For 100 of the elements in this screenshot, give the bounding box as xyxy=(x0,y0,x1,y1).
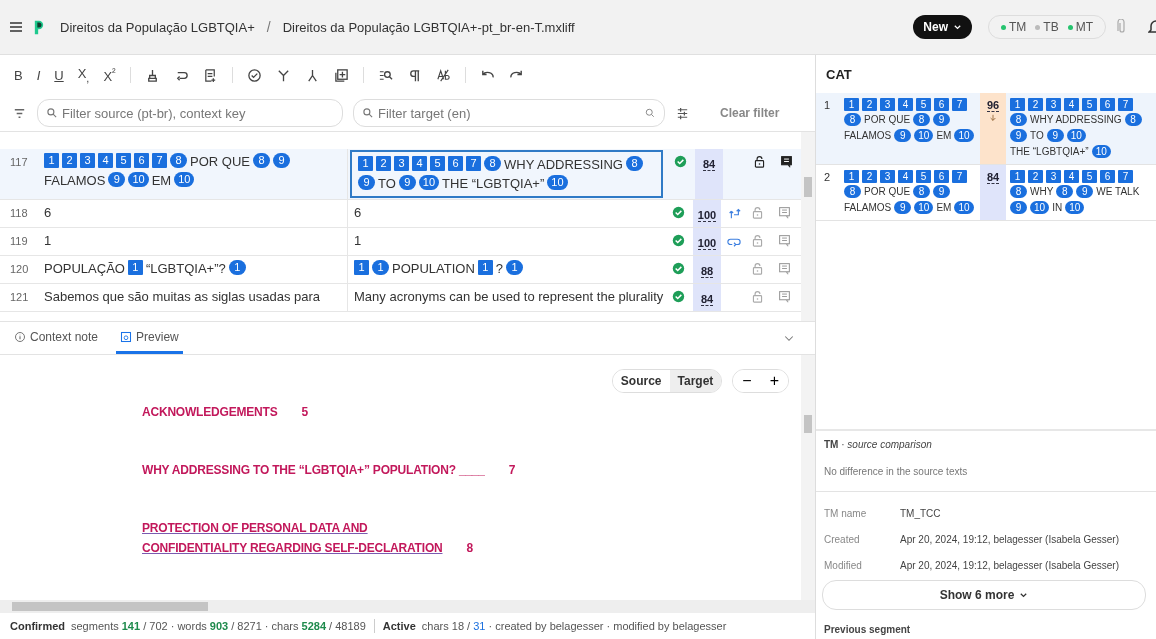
segment-text: POR QUE xyxy=(864,185,911,199)
sliders-icon[interactable] xyxy=(675,105,690,121)
segment-text: POR QUE xyxy=(864,113,911,127)
segment-text: ? xyxy=(495,260,504,277)
target-filter-field[interactable]: Filter target (en) xyxy=(353,99,665,127)
segment-row[interactable]: 118 6 6 100 xyxy=(0,200,801,228)
branch-arrow-icon xyxy=(727,206,741,220)
toc-heading: PROTECTION OF PERSONAL DATA AND xyxy=(142,521,369,535)
detail-label: TM name xyxy=(823,507,868,519)
confirmed-icon[interactable] xyxy=(671,290,685,303)
target-cell[interactable]: 6 xyxy=(348,200,663,227)
confirmed-icon[interactable] xyxy=(673,155,687,168)
target-cell[interactable]: 1 xyxy=(348,228,663,255)
segment-row[interactable]: 121 Sabemos que são muitas as siglas usadas para Many acronyms can be used to represent the plurality 84 xyxy=(0,284,801,312)
tag-marker: 8 xyxy=(252,153,270,168)
segment-text: TO xyxy=(378,175,396,192)
confirmed-icon[interactable] xyxy=(671,234,685,247)
tag-marker: 1 xyxy=(127,260,143,275)
note-icon[interactable] xyxy=(202,67,218,83)
copy-icon[interactable] xyxy=(333,67,349,83)
page-number: 7 xyxy=(508,463,516,477)
format-button[interactable]: I xyxy=(36,67,41,83)
scrollbar[interactable] xyxy=(801,132,815,321)
breadcrumb-link[interactable]: Direitos da População LGBTQIA+ xyxy=(60,19,255,35)
comment-icon[interactable] xyxy=(779,155,793,168)
segment-number: 118 xyxy=(9,206,29,221)
tag-marker: 3 xyxy=(80,153,95,168)
spellcheck-icon[interactable] xyxy=(435,67,451,83)
tag-marker: 9 xyxy=(894,129,912,142)
segment-row[interactable]: 117 1 2 3 4 5 6 7 8 POR QUE 8 9 FALAMOS 9 10 EM 10 1 2 3 4 5 6 7 8 WHY ADDRESSING 8 9 TO 9 10 THE “LGBTQIA+” 10 84 xyxy=(0,149,801,200)
tag-marker: 5 xyxy=(1082,98,1097,111)
tag-marker: 10 xyxy=(914,129,934,142)
toc-heading: WHY ADDRESSING TO THE “LGBTQIA+” POPULATION? ____ xyxy=(142,463,485,477)
detail-value: TM_TCC xyxy=(900,507,941,519)
format-button[interactable]: X$_{,}$ xyxy=(77,66,90,84)
bell-icon[interactable] xyxy=(1148,19,1156,35)
tag-marker: 2 xyxy=(1028,98,1043,111)
format-button[interactable]: B xyxy=(14,67,23,83)
logo-icon xyxy=(34,18,44,36)
tag-marker: 4 xyxy=(1064,98,1079,111)
clear-filter-button[interactable]: Clear filter xyxy=(714,105,786,121)
breadcrumb-separator: / xyxy=(266,19,271,35)
tag-marker: 5 xyxy=(116,153,131,168)
tag-marker: 5 xyxy=(430,156,445,171)
confirmed-icon[interactable] xyxy=(671,262,685,275)
tag-marker: 10 xyxy=(1091,145,1111,158)
lock-icon[interactable] xyxy=(753,155,766,168)
segment-text: 6 xyxy=(44,204,52,221)
segment-text: WE TALK xyxy=(1096,185,1140,199)
segment-text: EM xyxy=(936,129,952,143)
segment-text: THE “LGBTQIA+” xyxy=(1010,145,1089,159)
panel-tab[interactable]: Context note xyxy=(10,322,103,354)
target-cell[interactable]: Many acronyms can be used to represent the plurality xyxy=(348,284,663,311)
panel-tab[interactable]: Preview xyxy=(116,322,183,354)
match-score[interactable]: 84 xyxy=(702,158,716,171)
segment-text: WHY ADDRESSING xyxy=(504,156,623,173)
tag-marker: 1 xyxy=(844,170,859,183)
tag-marker: 4 xyxy=(898,98,913,111)
target-cell[interactable]: 1 1 POPULATION 1 ? 1 xyxy=(348,256,663,283)
match-row[interactable]: 1 1 2 3 4 5 6 7 8 POR QUE 8 9 FALAMOS 9 10 EM 10 96 1 2 3 4 5 6 7 8 WHY ADDRESSING 8 9 TO 9 10 THE “LGBTQIA+” 10 xyxy=(816,93,1156,165)
chevron-down-icon[interactable] xyxy=(1019,590,1029,600)
horizontal-scrollbar[interactable] xyxy=(0,600,815,613)
format-button[interactable]: X$^{²}$ xyxy=(103,65,116,85)
detail-label: Modified xyxy=(823,559,863,571)
tag-marker: 7 xyxy=(1118,170,1133,183)
segment-text: POPULATION xyxy=(392,260,475,277)
chevron-down-icon[interactable] xyxy=(953,22,962,32)
segment-text: FALAMOS xyxy=(844,201,892,215)
tag-marker: 10 xyxy=(547,175,568,190)
tag-marker: 1 xyxy=(844,98,859,111)
breadcrumb-link[interactable]: Direitos da População LGBTQIA+-pt_br-en-T.mxliff xyxy=(282,19,575,35)
segment-text: POR QUE xyxy=(190,153,250,170)
tag-marker: 2 xyxy=(862,170,877,183)
confirmed-icon[interactable] xyxy=(671,206,685,219)
segment-text: Many acronyms can be used to represent the plurality xyxy=(354,288,664,305)
tag-marker: 8 xyxy=(1010,185,1027,198)
source-filter-field[interactable]: Filter source (pt-br), context key xyxy=(37,99,343,127)
tag-marker: 9 xyxy=(108,172,126,187)
page-number: 8 xyxy=(466,541,474,555)
tag-marker: 9 xyxy=(1010,129,1027,142)
new-button[interactable]: New xyxy=(913,15,972,39)
show-more-button[interactable]: Show 6 more xyxy=(822,580,1146,610)
tag-marker: 10 xyxy=(954,201,974,214)
view-toggle[interactable]: Target xyxy=(669,370,722,392)
page-number: 5 xyxy=(301,405,309,419)
tag-marker: 1 xyxy=(44,153,59,168)
status-stats: chars 18 / 31 · created by belagesser · modified by belagesser xyxy=(421,620,727,632)
tag-marker: 5 xyxy=(916,170,931,183)
segment-text: IN xyxy=(1052,201,1063,215)
tag-marker: 6 xyxy=(1100,170,1115,183)
segment-row[interactable]: 119 1 1 100 xyxy=(0,228,801,256)
target-cell[interactable]: 1 2 3 4 5 6 7 8 WHY ADDRESSING 8 9 TO 9 10 THE “LGBTQIA+” 10 xyxy=(350,150,663,198)
tag-marker: 10 xyxy=(914,201,934,214)
scrollbar[interactable] xyxy=(801,355,815,600)
menu-icon[interactable] xyxy=(8,19,24,35)
match-row[interactable]: 2 1 2 3 4 5 6 7 8 POR QUE 8 9 FALAMOS 9 10 EM 10 84 1 2 3 4 5 6 7 8 WHY 8 9 WE TALK 9 10 IN 10 xyxy=(816,165,1156,221)
segment-row[interactable]: 120 POPULAÇÃO 1 “LGBTQIA+”? 1 1 1 POPULATION 1 ? 1 88 xyxy=(0,256,801,284)
tag-marker: 10 xyxy=(1030,201,1050,214)
format-button[interactable]: U xyxy=(54,67,64,83)
check-circle-icon[interactable] xyxy=(246,67,262,83)
